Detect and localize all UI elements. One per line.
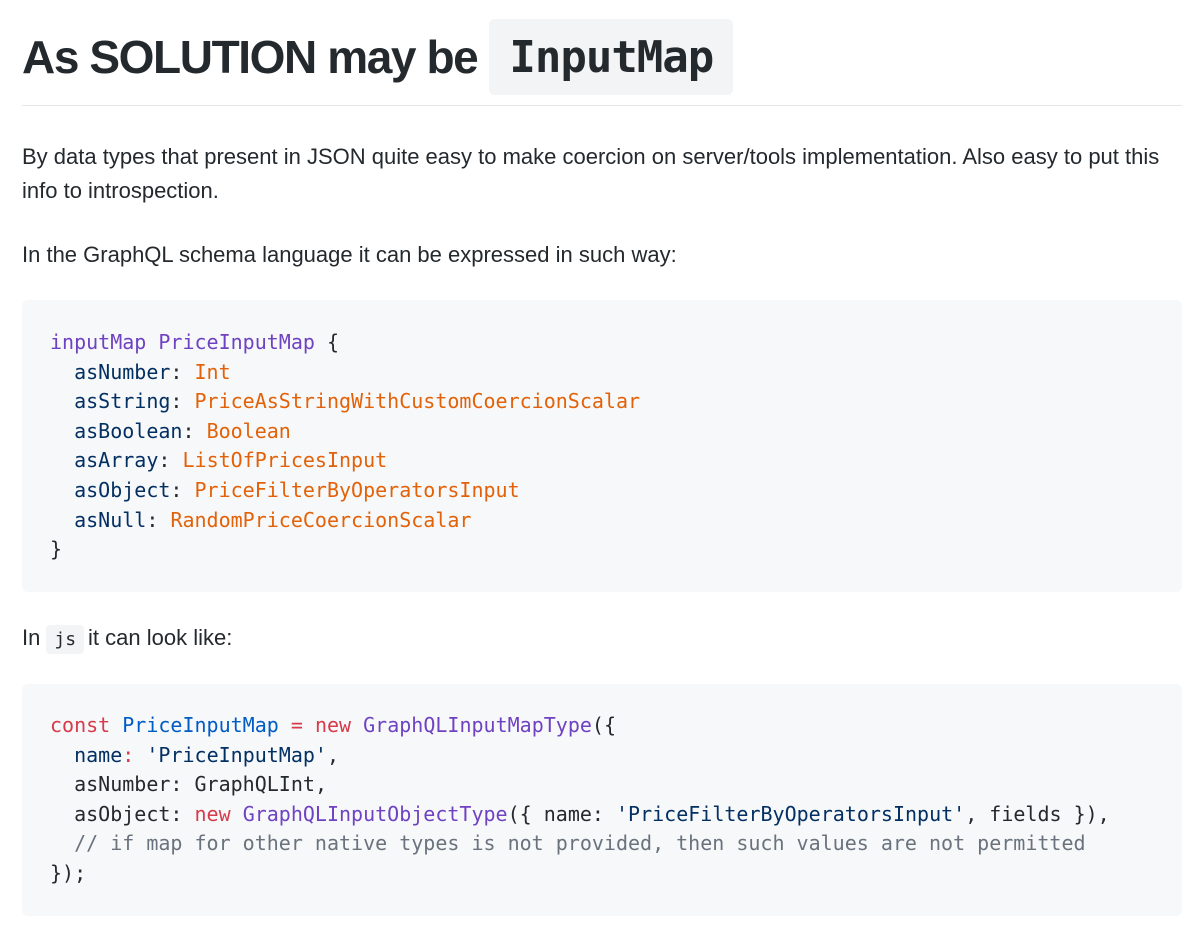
inline-code-js: js (46, 625, 85, 654)
paragraph-js: In js it can look like: (22, 621, 1187, 657)
paragraph-js-after: it can look like: (88, 625, 233, 650)
code-punct: , (326, 742, 340, 767)
heading-inline-code: InputMap (489, 18, 734, 95)
code-line: asNumber: GraphQLInt, (74, 772, 327, 797)
code-value: GraphQLInt (194, 772, 315, 797)
heading-text: As SOLUTION may be (22, 30, 479, 83)
code-keyword: new (194, 801, 231, 826)
code-line: asObject: PriceFilterByOperatorsInput (74, 477, 520, 502)
page: As SOLUTION may be InputMap By data type… (0, 0, 1200, 945)
code-field-name: asObject (74, 477, 171, 502)
code-punct: , fields }), (965, 801, 1110, 826)
code-line: }); (50, 859, 1182, 889)
code-function: GraphQLInputMapType (363, 713, 592, 737)
code-string: 'PriceFilterByOperatorsInput' (616, 801, 966, 826)
code-field-type: Int (194, 359, 231, 384)
code-line: inputMap PriceInputMap { (50, 328, 1182, 358)
code-line: asNull: RandomPriceCoercionScalar (74, 507, 472, 532)
code-variable: PriceInputMap (122, 713, 279, 737)
code-punct: , (314, 772, 327, 797)
code-property: asNumber (74, 772, 171, 797)
code-field-name: asNull (74, 507, 147, 532)
code-field-type: PriceAsStringWithCustomCoercionScalar (194, 389, 641, 414)
code-punct: ({ (507, 801, 532, 826)
code-function: GraphQLInputObjectType (242, 801, 508, 826)
js-code-block: const PriceInputMap = new GraphQLInputMa… (22, 684, 1182, 916)
code-line: asObject: new GraphQLInputObjectType({ n… (74, 801, 1110, 826)
code-field-type: PriceFilterByOperatorsInput (194, 477, 520, 502)
code-line: asNumber: Int (74, 359, 231, 384)
code-field-name: asBoolean (74, 418, 183, 443)
code-line: } (50, 535, 1182, 565)
code-line: asArray: ListOfPricesInput (74, 448, 388, 473)
code-field-type: RandomPriceCoercionScalar (170, 507, 472, 532)
code-field-type: ListOfPricesInput (182, 448, 388, 473)
section-heading: As SOLUTION may be InputMap (22, 18, 1182, 106)
graphql-code-block: inputMap PriceInputMap { asNumber: Int a… (22, 300, 1182, 592)
code-line: name: 'PriceInputMap', (74, 742, 340, 767)
code-type-name: PriceInputMap (158, 330, 315, 354)
code-keyword: const (50, 713, 111, 737)
code-string: 'PriceInputMap' (146, 742, 327, 767)
code-operator: = (290, 713, 303, 737)
paragraph-coercion: By data types that present in JSON quite… (22, 144, 1160, 203)
code-line: asString: PriceAsStringWithCustomCoercio… (74, 389, 641, 414)
code-field-name: asNumber (74, 359, 171, 384)
code-line: // if map for other native types is not … (50, 829, 1182, 859)
paragraph-schema-language: In the GraphQL schema language it can be… (22, 242, 677, 267)
code-field-type: Boolean (206, 418, 291, 443)
paragraph-js-before: In (22, 625, 41, 650)
code-punct: }); (50, 860, 87, 885)
code-property: name (543, 801, 592, 826)
code-line: asBoolean: Boolean (74, 418, 291, 443)
code-property: asObject (74, 801, 171, 826)
code-keyword: new (314, 713, 352, 737)
code-punct: { (326, 330, 340, 354)
code-keyword: inputMap (50, 330, 147, 354)
code-punct: } (50, 537, 63, 562)
code-punct: ({ (591, 713, 616, 737)
code-comment: // if map for other native types is not … (74, 831, 1086, 856)
code-field-name: asString (74, 389, 171, 414)
code-line: const PriceInputMap = new GraphQLInputMa… (50, 711, 1182, 741)
code-field-name: asArray (74, 448, 159, 473)
code-property: name (74, 742, 123, 767)
